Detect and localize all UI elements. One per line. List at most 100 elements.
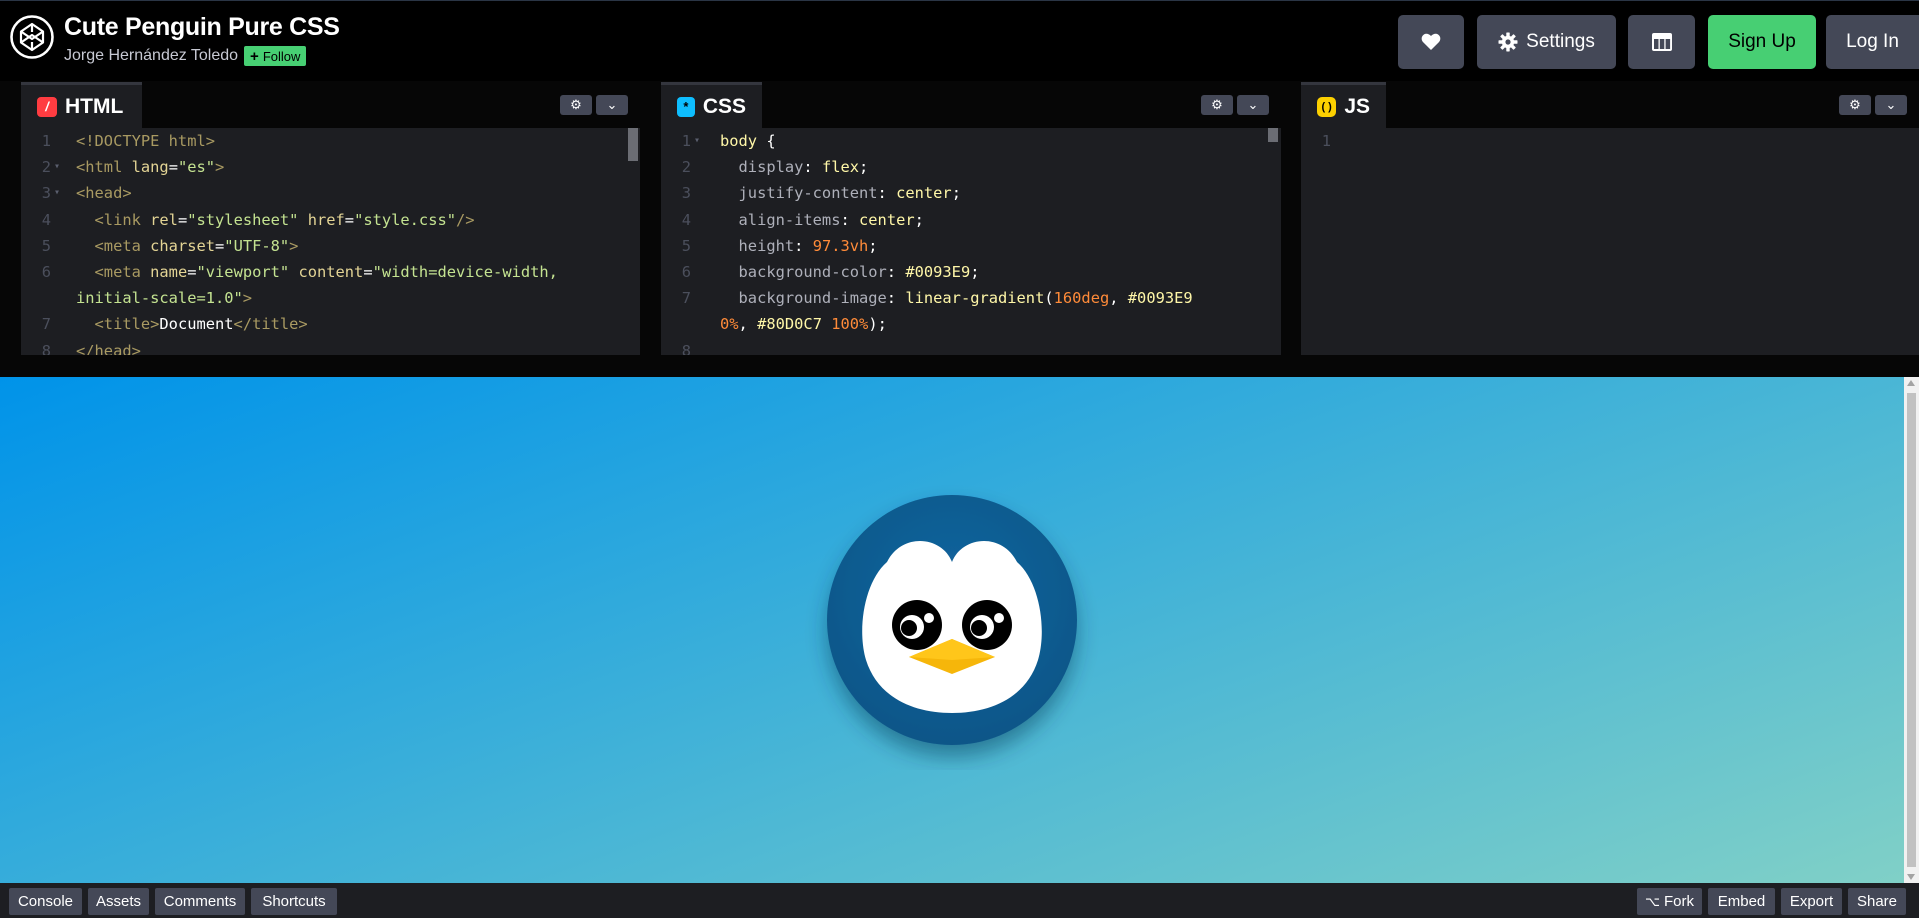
- code-line[interactable]: 2 ▾ <html lang="es">: [21, 154, 640, 180]
- code-token: :: [877, 184, 897, 203]
- sign-up-button[interactable]: Sign Up: [1708, 15, 1816, 69]
- code-line[interactable]: 1 <!DOCTYPE html>: [21, 128, 640, 154]
- html-editor-scrollbar[interactable]: [628, 128, 638, 161]
- code-token: "UTF-8": [224, 236, 290, 255]
- follow-button[interactable]: + Follow: [244, 46, 307, 66]
- js-collapse-chevron-down-icon[interactable]: ⌄: [1875, 95, 1907, 115]
- html-editor: / HTML ⚙ ⌄ 1 <!DOCTYPE html> 2 ▾ <html lang=…: [21, 81, 640, 355]
- code-token: #0093E9: [1127, 289, 1193, 308]
- css-editor: * CSS ⚙ ⌄ 1 ▾ body {2 display: flex; 3 just…: [661, 81, 1281, 355]
- tab-js[interactable]: ( ) JS: [1301, 82, 1386, 128]
- css-editor-header: * CSS ⚙ ⌄: [661, 81, 1281, 128]
- export-button[interactable]: Export: [1781, 888, 1842, 915]
- penguin-illustration: [827, 495, 1077, 745]
- code-token: <!DOCTYPE html>: [76, 132, 215, 150]
- fold-arrow-icon[interactable]: ▾: [694, 128, 700, 154]
- code-line[interactable]: initial-scale=1.0">: [21, 285, 640, 311]
- tab-html[interactable]: / HTML: [21, 82, 142, 128]
- html-code[interactable]: 1 <!DOCTYPE html> 2 ▾ <html lang="es"> 3 ▾ <hea…: [21, 128, 640, 355]
- code-token: </head>: [76, 341, 141, 356]
- js-settings-gear-icon[interactable]: ⚙: [1839, 95, 1871, 115]
- change-view-button[interactable]: [1628, 15, 1695, 69]
- css-editor-scrollbar[interactable]: [1268, 128, 1278, 142]
- preview-scroll-thumb[interactable]: [1907, 393, 1916, 867]
- code-line[interactable]: 5 <meta charset="UTF-8">: [21, 233, 640, 259]
- scroll-up-arrow-icon[interactable]: [1907, 380, 1915, 386]
- code-token: :: [886, 262, 906, 281]
- code-line[interactable]: 2 display: flex;: [661, 154, 1281, 180]
- tab-css-label: CSS: [702, 94, 746, 118]
- code-token: :: [794, 236, 813, 255]
- code-line[interactable]: 5 height: 97.3vh;: [661, 233, 1281, 259]
- code-token: "viewport": [196, 262, 290, 281]
- code-text: <!DOCTYPE html>: [76, 128, 215, 154]
- code-token: >: [242, 289, 253, 308]
- code-line[interactable]: 0%, #80D0C7 100%);: [661, 311, 1281, 337]
- shortcuts-button[interactable]: Shortcuts: [251, 888, 337, 915]
- css-code[interactable]: 1 ▾ body {2 display: flex; 3 justify-conten…: [661, 128, 1281, 355]
- editor-resize-handle[interactable]: [0, 355, 1919, 377]
- code-line[interactable]: 8 </head>: [21, 338, 640, 356]
- code-line[interactable]: 1 ▾ body {: [661, 128, 1281, 154]
- settings-button[interactable]: Settings: [1477, 15, 1616, 69]
- scroll-down-arrow-icon[interactable]: [1907, 874, 1915, 880]
- tab-css[interactable]: * CSS: [661, 82, 762, 128]
- code-line[interactable]: 4 align-items: center;: [661, 207, 1281, 233]
- fork-icon: ⌥: [1645, 893, 1660, 909]
- code-token: rel: [150, 210, 178, 229]
- assets-button[interactable]: Assets: [88, 888, 149, 915]
- code-token: {: [766, 132, 776, 150]
- code-token: #0093E9: [905, 262, 971, 281]
- code-token: :: [886, 289, 906, 308]
- codepen-logo-icon[interactable]: [10, 15, 54, 59]
- js-code[interactable]: 1: [1301, 128, 1919, 355]
- html-collapse-chevron-down-icon[interactable]: ⌄: [596, 95, 628, 115]
- heart-button[interactable]: [1398, 15, 1464, 69]
- code-line[interactable]: 4 <link rel="stylesheet" href="style.css…: [21, 207, 640, 233]
- code-token: initial-scale=1.0": [76, 289, 243, 308]
- console-button[interactable]: Console: [9, 888, 82, 915]
- code-text: <meta charset="UTF-8">: [76, 233, 299, 259]
- code-text: <link rel="stylesheet" href="style.css"/…: [76, 207, 475, 233]
- code-line[interactable]: 3 ▾ <head>: [21, 180, 640, 206]
- comments-button[interactable]: Comments: [155, 888, 245, 915]
- code-token: );: [868, 315, 887, 334]
- code-token: <html: [76, 158, 132, 177]
- code-line[interactable]: 1: [1301, 128, 1919, 154]
- preview-scrollbar[interactable]: [1904, 377, 1919, 883]
- code-text: display: flex;: [720, 154, 869, 180]
- fold-arrow-icon[interactable]: ▾: [54, 154, 60, 180]
- code-token: height: [720, 236, 795, 255]
- embed-button[interactable]: Embed: [1708, 888, 1775, 915]
- penguin-right-eye: [962, 600, 1012, 650]
- settings-label: Settings: [1526, 31, 1595, 52]
- code-token: ,: [1109, 289, 1128, 308]
- code-token: 97.3vh: [812, 236, 869, 255]
- code-line[interactable]: 6 background-color: #0093E9;: [661, 259, 1281, 285]
- css-settings-gear-icon[interactable]: ⚙: [1201, 95, 1233, 115]
- code-line[interactable]: 6 <meta name="viewport" content="width=d…: [21, 259, 640, 285]
- tab-js-label: JS: [1344, 94, 1370, 118]
- css-collapse-chevron-down-icon[interactable]: ⌄: [1237, 95, 1269, 115]
- log-in-button[interactable]: Log In: [1826, 15, 1919, 69]
- code-line[interactable]: 7 background-image: linear-gradient(160d…: [661, 285, 1281, 311]
- preview-frame[interactable]: [0, 377, 1904, 883]
- code-token: "width=device-width,: [372, 262, 558, 281]
- code-token: "es": [177, 158, 216, 177]
- code-line[interactable]: 3 justify-content: center;: [661, 180, 1281, 206]
- fold-arrow-icon[interactable]: ▾: [54, 180, 60, 206]
- css-editor-controls: ⚙ ⌄: [1201, 95, 1269, 115]
- plus-icon: +: [250, 47, 259, 65]
- html-settings-gear-icon[interactable]: ⚙: [560, 95, 592, 115]
- code-text: <html lang="es">: [76, 154, 224, 180]
- fork-button[interactable]: ⌥ Fork: [1637, 888, 1702, 915]
- share-button[interactable]: Share: [1848, 888, 1906, 915]
- code-line[interactable]: 8: [661, 338, 1281, 356]
- line-number: 3: [41, 184, 51, 203]
- code-line[interactable]: 7 <title>Document</title>: [21, 311, 640, 337]
- penguin-left-eye: [892, 600, 942, 650]
- code-token: <title>: [76, 315, 160, 334]
- code-token: =: [215, 236, 225, 255]
- author-name[interactable]: Jorge Hernández Toledo: [64, 47, 238, 65]
